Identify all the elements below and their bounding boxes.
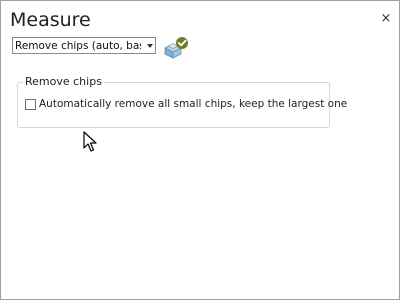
auto-remove-chips-checkbox[interactable] <box>25 99 36 110</box>
measure-tool-button[interactable] <box>162 36 190 60</box>
auto-remove-chips-label[interactable]: Automatically remove all small chips, ke… <box>39 97 347 111</box>
mode-select[interactable]: Remove chips (auto, based <box>12 37 156 54</box>
chevron-down-icon <box>147 44 153 48</box>
remove-chips-group-legend: Remove chips <box>23 75 104 89</box>
mouse-pointer-icon <box>83 131 97 152</box>
close-button[interactable]: × <box>379 12 393 26</box>
close-icon: × <box>380 11 392 26</box>
measure-tool-checked-icon <box>164 37 188 59</box>
mode-select-value: Remove chips (auto, based <box>15 40 141 52</box>
panel-title: Measure <box>10 9 91 31</box>
measure-panel: Measure × Remove chips (auto, based Remo… <box>0 0 400 300</box>
